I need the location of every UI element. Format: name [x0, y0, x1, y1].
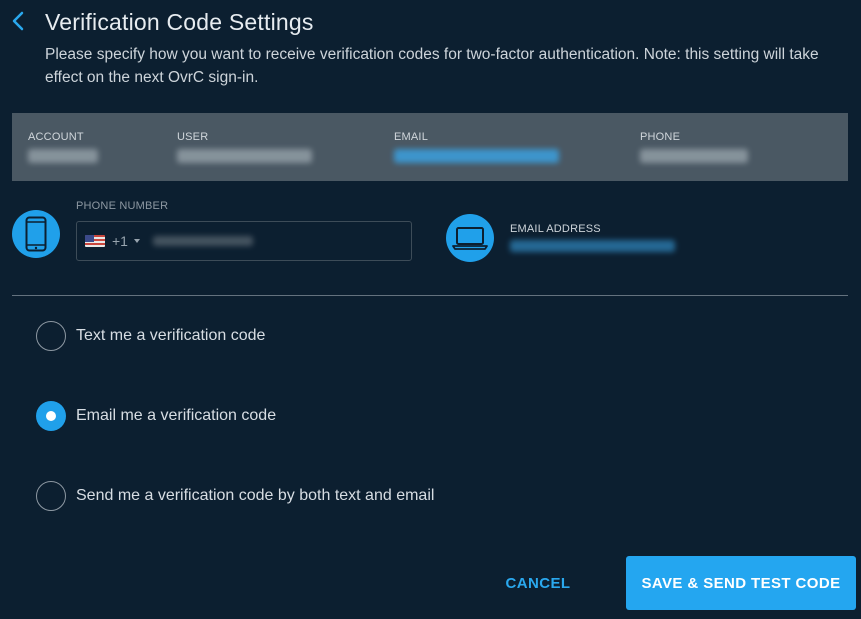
back-button[interactable] [8, 10, 28, 36]
section-divider [12, 295, 848, 296]
option-text[interactable]: Text me a verification code [36, 320, 265, 352]
chevron-down-icon [133, 239, 140, 243]
email-address-label: EMAIL ADDRESS [510, 223, 601, 235]
account-info-band: ACCOUNT USER EMAIL PHONE [12, 113, 848, 181]
option-text-label: Text me a verification code [76, 327, 266, 344]
phone-value-redacted [640, 149, 748, 163]
email-label: EMAIL [394, 131, 429, 143]
laptop-icon [446, 214, 494, 262]
user-column: USER [177, 131, 312, 163]
cancel-button[interactable]: CANCEL [494, 566, 582, 600]
phone-number-field: +1 [76, 221, 412, 261]
user-value-redacted [177, 149, 312, 163]
user-label: USER [177, 131, 209, 143]
phone-number-label: PHONE NUMBER [76, 200, 169, 212]
chevron-left-icon [11, 10, 25, 37]
option-both-label: Send me a verification code by both text… [76, 487, 435, 504]
country-dial-code: +1 [112, 233, 128, 249]
country-code-select[interactable]: +1 [85, 222, 140, 260]
email-value-redacted [394, 149, 559, 163]
option-both[interactable]: Send me a verification code by both text… [36, 480, 434, 512]
email-address-value-redacted [510, 240, 675, 252]
option-email-label: Email me a verification code [76, 407, 277, 424]
page-description: Please specify how you want to receive v… [45, 46, 819, 86]
us-flag-icon [85, 235, 105, 247]
phone-number-input[interactable] [149, 223, 403, 261]
smartphone-icon [12, 210, 60, 258]
email-column: EMAIL [394, 131, 559, 163]
page-title: Verification Code Settings [45, 9, 314, 35]
radio-both[interactable] [36, 481, 66, 511]
phone-label: PHONE [640, 131, 681, 143]
save-and-send-test-code-button[interactable]: SAVE & SEND TEST CODE [626, 556, 856, 610]
phone-column: PHONE [640, 131, 748, 163]
account-value-redacted [28, 149, 98, 163]
option-email[interactable]: Email me a verification code [36, 400, 276, 432]
verification-settings-page: Verification Code Settings Please specif… [0, 0, 861, 619]
account-column: ACCOUNT [28, 131, 98, 163]
radio-email-selected[interactable] [36, 401, 66, 431]
radio-text[interactable] [36, 321, 66, 351]
account-label: ACCOUNT [28, 131, 84, 143]
